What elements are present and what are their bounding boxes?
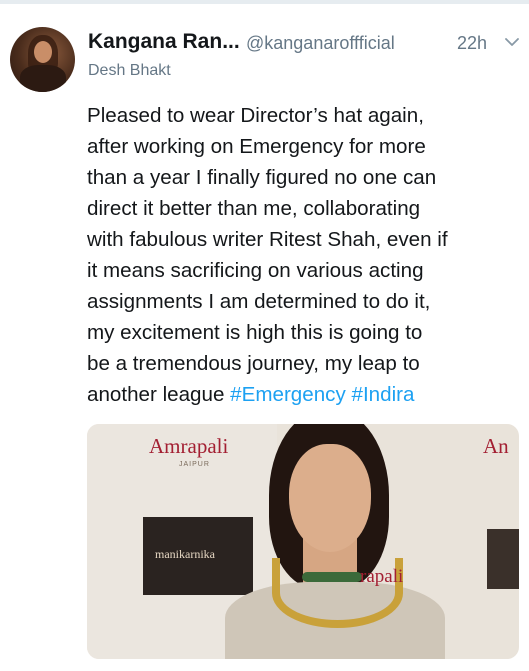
tweet-text-line: my excitement is high this is going to [87, 321, 423, 344]
media-board-text: manikarnika [155, 547, 215, 561]
tweet-media-image[interactable]: Amrapali JAIPUR manikarnika An rapali [87, 424, 519, 659]
tweet-text-line: than a year I finally figured no one can [87, 166, 437, 189]
media-brand-sub: JAIPUR [179, 461, 210, 468]
media-necklace-stones [302, 572, 362, 582]
media-brand-left: Amrapali [149, 434, 229, 458]
media-brand-center: rapali [360, 566, 404, 587]
hashtag-emergency[interactable]: #Emergency [230, 383, 346, 406]
tweet-text-line: another league [87, 383, 231, 406]
media-person-face [289, 444, 371, 552]
avatar-face [34, 41, 52, 63]
tweet-timestamp[interactable]: 22h [457, 33, 487, 54]
tweet-text-last-line: another league #Emergency #Indira [87, 379, 519, 410]
author-bio: Desh Bhakt [88, 62, 171, 79]
tweet-text-line: it means sacrificing on various acting [87, 259, 424, 282]
tweet-text-line: assignments I am determined to do it, [87, 290, 431, 313]
tweet-text-line: direct it better than me, collaborating [87, 197, 421, 220]
hashtag-indira[interactable]: #Indira [351, 383, 414, 406]
avatar-body [20, 65, 66, 92]
media-brand-right: An [483, 434, 509, 458]
author-handle[interactable]: @kanganaroffficial [246, 33, 395, 54]
top-divider [0, 0, 529, 4]
tweet-text-line: be a tremendous journey, my leap to [87, 352, 420, 375]
avatar[interactable] [10, 27, 75, 92]
media-right-board [487, 529, 519, 589]
tweet-text-line: with fabulous writer Ritest Shah, even i… [87, 228, 448, 251]
tweet-text-line: after working on Emergency for more [87, 135, 426, 158]
tweet-text-line: Pleased to wear Director’s hat again, [87, 104, 424, 127]
author-name[interactable]: Kangana Ran... [88, 30, 240, 54]
chevron-down-icon[interactable] [503, 33, 521, 51]
tweet-text: Pleased to wear Director’s hat again, af… [87, 100, 519, 410]
